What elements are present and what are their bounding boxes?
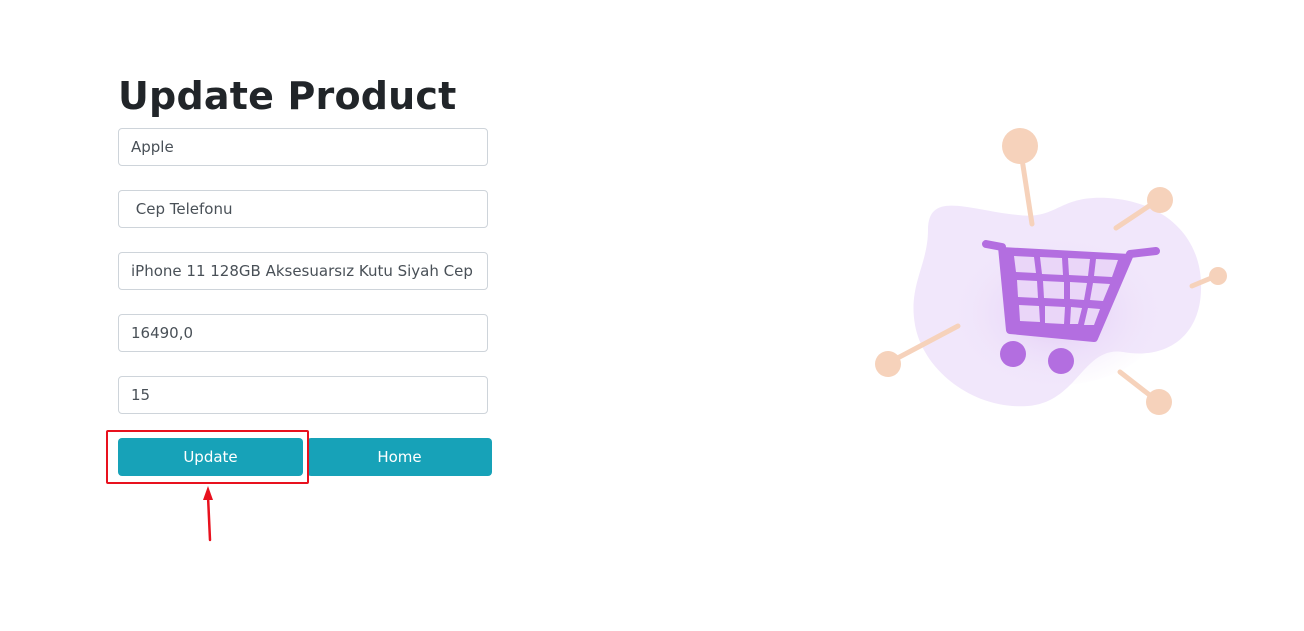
home-button[interactable]: Home bbox=[307, 438, 492, 476]
update-product-page: Update Product Update Home bbox=[0, 0, 1304, 631]
category-input[interactable] bbox=[118, 190, 488, 228]
update-button[interactable]: Update bbox=[118, 438, 303, 476]
brand-input[interactable] bbox=[118, 128, 488, 166]
shopping-cart-illustration bbox=[875, 128, 1227, 415]
stock-input[interactable] bbox=[118, 376, 488, 414]
page-title: Update Product bbox=[118, 74, 457, 118]
price-input[interactable] bbox=[118, 314, 488, 352]
arrow-up-icon bbox=[203, 486, 213, 542]
description-input[interactable] bbox=[118, 252, 488, 290]
